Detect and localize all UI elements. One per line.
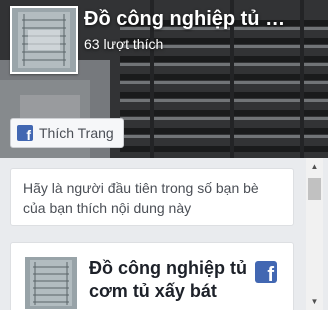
facebook-icon: f: [17, 125, 33, 142]
facebook-icon: f: [255, 261, 277, 285]
post-page-name[interactable]: Đồ công nghiệp tủ cơm tủ xấy bát: [89, 257, 249, 303]
facebook-page-plugin: Đồ công nghiệp tủ … 63 lượt thích f Thíc…: [0, 0, 328, 310]
timeline-feed[interactable]: Hãy là người đầu tiên trong số bạn bè củ…: [0, 158, 328, 310]
post-page-picture[interactable]: [25, 257, 77, 309]
like-page-button[interactable]: f Thích Trang: [10, 118, 124, 148]
friends-like-card: Hãy là người đầu tiên trong số bạn bè củ…: [10, 168, 294, 226]
post-page-picture-image: [25, 257, 77, 309]
arrow-up-icon[interactable]: ▲: [306, 158, 323, 175]
post-card[interactable]: Đồ công nghiệp tủ cơm tủ xấy bát f: [10, 242, 294, 310]
profile-picture-image: [12, 8, 76, 72]
like-count: 63 lượt thích: [84, 36, 164, 52]
page-profile-picture[interactable]: [10, 6, 78, 74]
scrollbar-thumb[interactable]: [308, 178, 321, 200]
friends-like-prompt: Hãy là người đầu tiên trong số bạn bè củ…: [23, 180, 259, 216]
like-page-button-label: Thích Trang: [39, 125, 114, 141]
feed-scrollbar[interactable]: ▲ ▼: [306, 158, 323, 310]
cover-photo[interactable]: Đồ công nghiệp tủ … 63 lượt thích f Thíc…: [0, 0, 328, 158]
page-title[interactable]: Đồ công nghiệp tủ …: [84, 6, 314, 32]
arrow-down-icon[interactable]: ▼: [306, 293, 323, 310]
